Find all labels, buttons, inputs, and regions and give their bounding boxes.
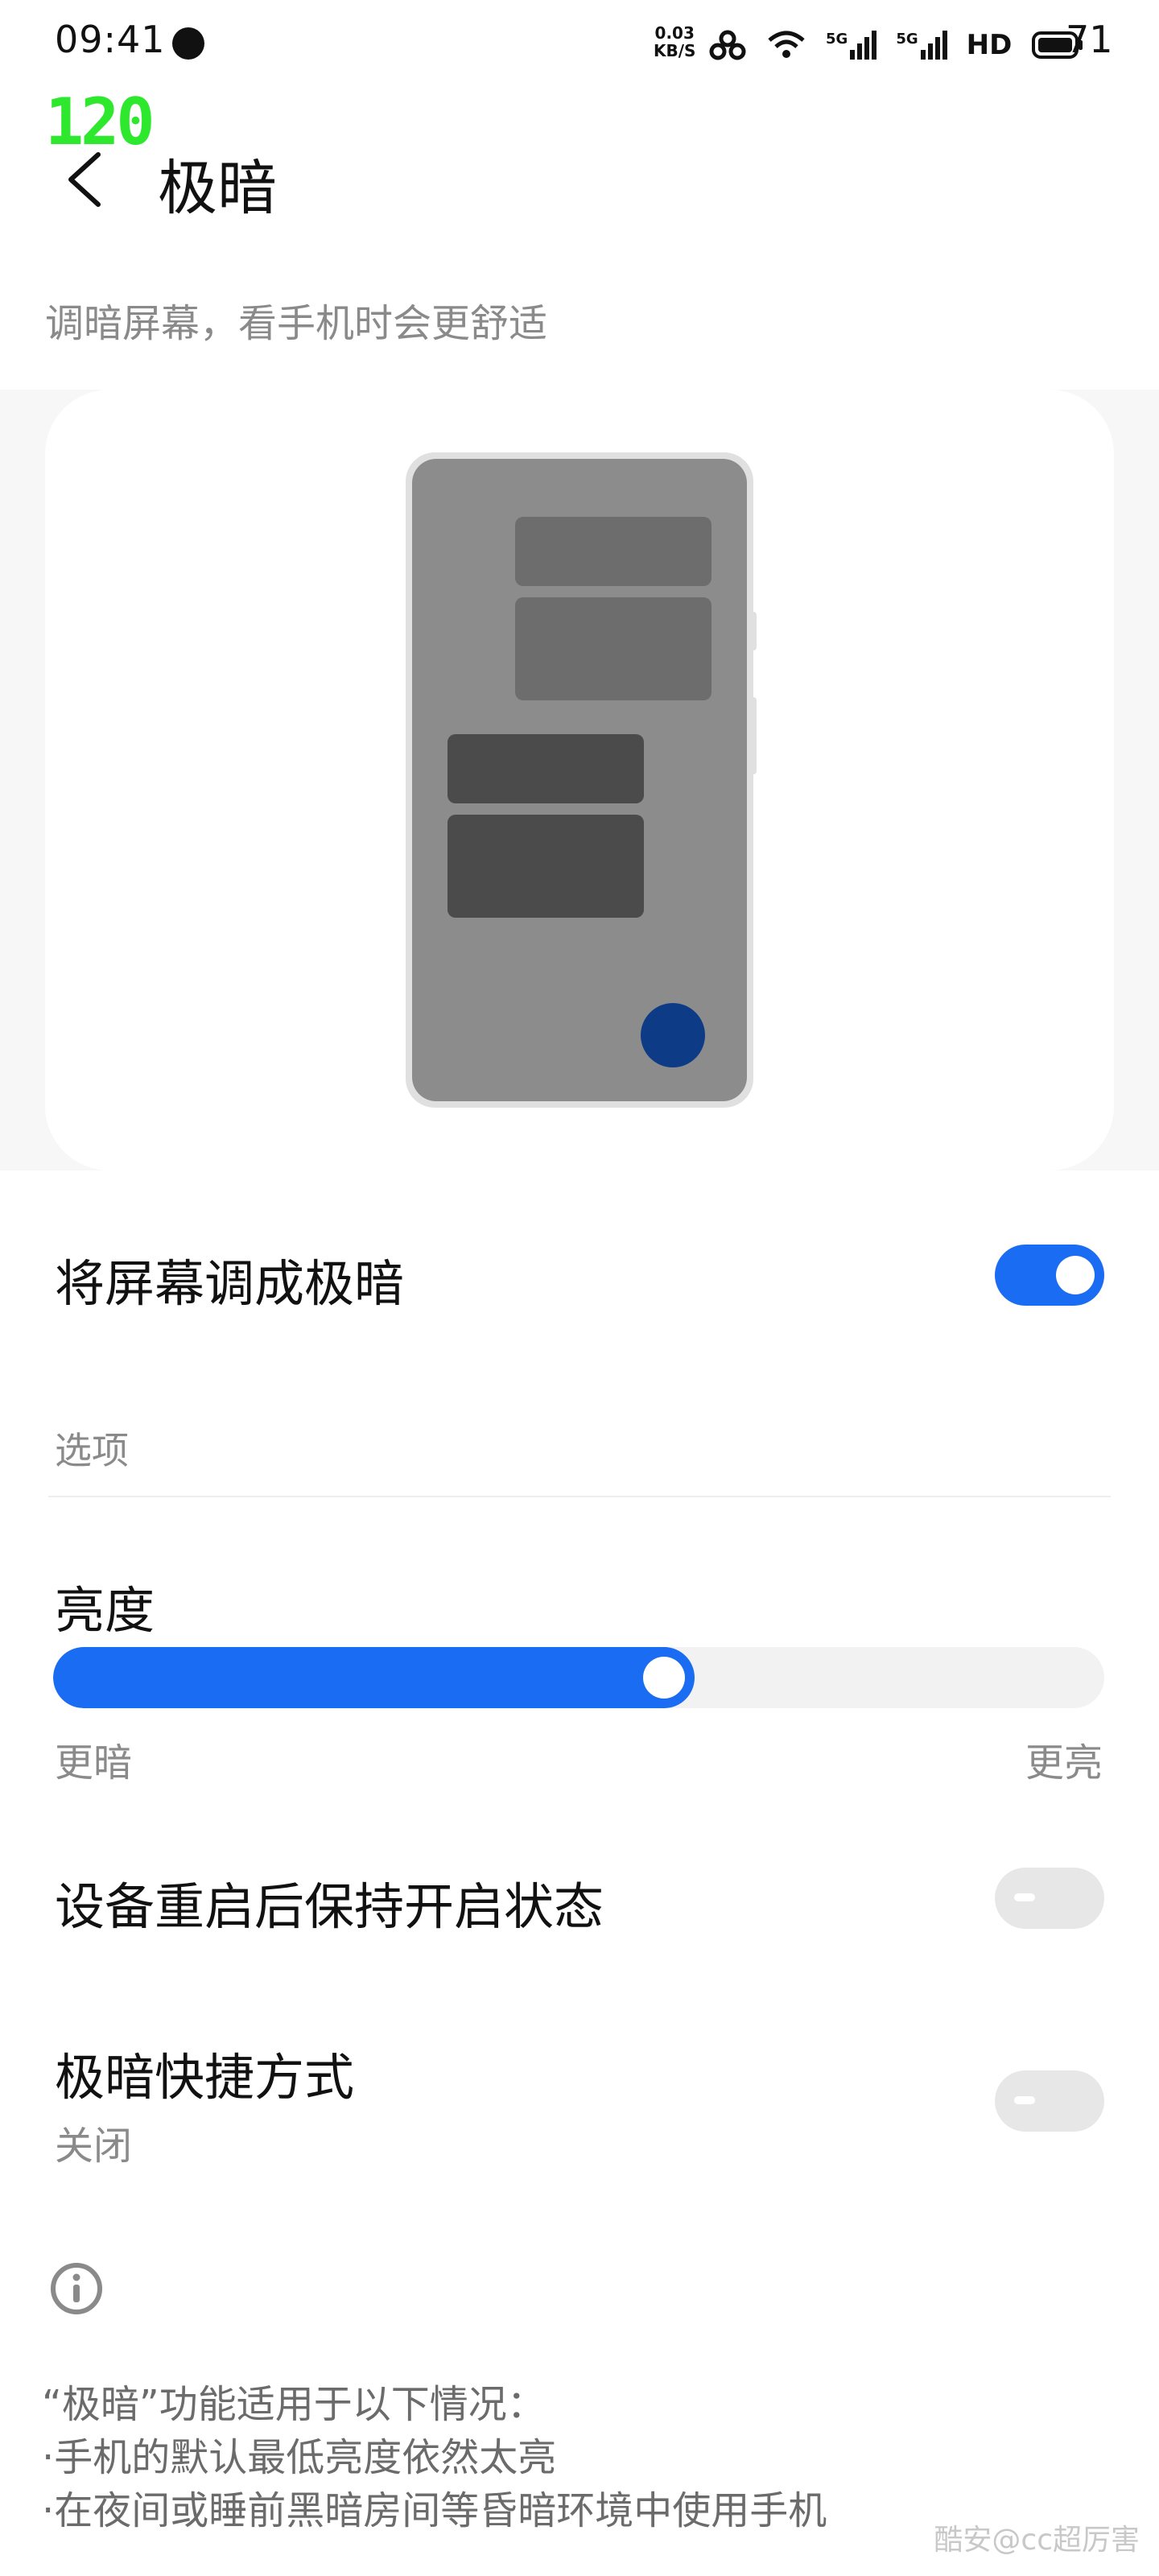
options-section-header: 选项 [55, 1429, 129, 1472]
signal-icon: 5G [826, 31, 877, 60]
preview-block [448, 734, 644, 803]
signal-icon-2: 5G [896, 31, 947, 60]
watermark: 酷安@cc超厉害 [934, 2524, 1140, 2557]
extra-dim-label: 将屏幕调成极暗 [55, 1254, 405, 1313]
info-note: “极暗”功能适用于以下情况： ·手机的默认最低亮度依然太亮 ·在夜间或睡前黑暗房… [42, 2378, 827, 2537]
battery-percent: 71 [1066, 18, 1113, 61]
brightness-slider[interactable] [53, 1647, 1104, 1708]
divider [48, 1496, 1111, 1497]
shortcut-label: 极暗快捷方式 [55, 2048, 355, 2107]
extra-dim-toggle[interactable] [995, 1245, 1104, 1306]
preview-block [515, 517, 711, 586]
brightness-min-label: 更暗 [55, 1740, 133, 1785]
page-title: 极暗 [158, 154, 277, 223]
page-subtitle: 调暗屏幕，看手机时会更舒适 [45, 301, 548, 346]
info-note-line: ·在夜间或睡前黑暗房间等昏暗环境中使用手机 [42, 2488, 827, 2533]
status-icons: 5G 5G HD [708, 21, 1084, 69]
hd-indicator: HD [966, 29, 1013, 61]
network-speed-value: 0.03 [654, 23, 695, 43]
chat-bubble-icon [172, 27, 204, 60]
info-icon [48, 2260, 105, 2317]
back-button[interactable] [56, 143, 113, 216]
brightness-max-label: 更亮 [1025, 1740, 1103, 1785]
signal-type-1: 5G [826, 31, 848, 47]
brightness-slider-thumb[interactable] [643, 1657, 685, 1699]
preview-fab [641, 1003, 705, 1067]
brightness-label: 亮度 [55, 1581, 155, 1640]
shortcut-status: 关闭 [55, 2124, 133, 2169]
keep-after-restart-label: 设备重启后保持开启状态 [55, 1877, 604, 1936]
preview-block [448, 815, 644, 918]
brightness-slider-fill [53, 1647, 695, 1708]
network-speed: 0.03 KB/S [654, 24, 695, 60]
network-speed-unit: KB/S [654, 41, 696, 60]
toggle-knob [1014, 2096, 1035, 2104]
phone-side-button [749, 697, 757, 774]
info-note-line: ·手机的默认最低亮度依然太亮 [42, 2435, 557, 2480]
hotspot-icon [709, 30, 746, 60]
info-note-line: “极暗”功能适用于以下情况： [42, 2382, 546, 2427]
toggle-knob [1014, 1893, 1035, 1901]
preview-block [515, 597, 711, 700]
toggle-knob [1056, 1256, 1095, 1294]
signal-type-2: 5G [896, 31, 918, 47]
keep-after-restart-toggle[interactable] [995, 1868, 1104, 1929]
status-time: 09:41 [55, 18, 166, 61]
chevron-left-icon [68, 152, 101, 207]
wifi-icon [768, 31, 805, 58]
phone-side-button [749, 612, 757, 650]
shortcut-toggle[interactable] [995, 2070, 1104, 2132]
